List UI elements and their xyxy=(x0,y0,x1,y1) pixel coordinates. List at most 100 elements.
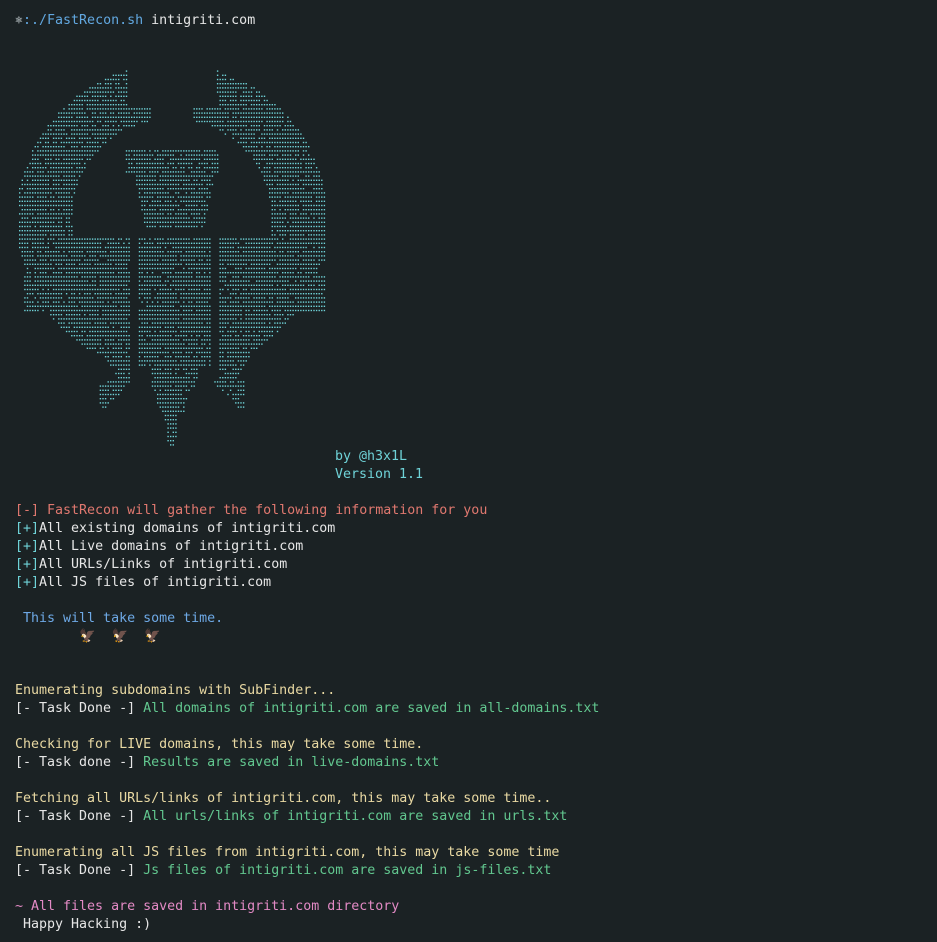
banner-dot xyxy=(107,360,109,362)
banner-dot xyxy=(131,116,133,118)
banner-dot xyxy=(39,137,42,139)
banner-dot xyxy=(55,309,57,312)
banner-dot xyxy=(248,255,250,257)
banner-dot xyxy=(29,171,31,173)
banner-dot xyxy=(157,343,159,345)
banner-dot xyxy=(144,314,146,316)
banner-dot xyxy=(242,133,245,135)
banner-dot xyxy=(146,293,148,295)
banner-dot xyxy=(242,305,245,307)
banner-dot xyxy=(318,183,320,186)
banner-dot xyxy=(269,238,271,240)
banner-dot xyxy=(302,171,305,173)
banner-dot xyxy=(209,242,211,244)
banner-dot xyxy=(60,150,63,152)
banner-dot xyxy=(157,284,159,286)
banner-dot xyxy=(26,204,29,207)
banner-dot xyxy=(279,120,281,123)
banner-dot xyxy=(39,276,42,278)
banner-dot xyxy=(227,120,229,123)
banner-dot xyxy=(99,305,102,307)
banner-dot xyxy=(159,209,161,211)
banner-dot xyxy=(71,263,73,265)
banner-dot xyxy=(60,116,63,118)
terminal-window[interactable]: ⎈:./FastRecon.sh intigriti.com by @h3x1L… xyxy=(0,0,937,942)
banner-dot xyxy=(209,309,211,312)
banner-dot xyxy=(89,99,91,102)
banner-dot xyxy=(209,175,211,177)
banner-dot xyxy=(63,238,65,240)
banner-dot xyxy=(198,158,201,160)
banner-dot xyxy=(164,305,167,307)
banner-dot xyxy=(250,141,253,144)
banner-dot xyxy=(86,347,89,349)
banner-dot xyxy=(305,146,307,148)
banner-dot xyxy=(52,171,55,173)
banner-dot xyxy=(144,238,146,240)
banner-dot xyxy=(86,137,89,139)
banner-dot xyxy=(190,267,193,270)
banner-dot xyxy=(71,305,73,307)
banner-dot xyxy=(47,305,49,307)
banner-dot xyxy=(193,288,195,291)
banner-dot xyxy=(104,238,107,240)
banner-dot xyxy=(151,305,154,307)
banner-dot xyxy=(310,238,312,240)
banner-dot xyxy=(196,343,198,345)
banner-dot xyxy=(104,335,107,337)
banner-dot xyxy=(78,322,81,324)
banner-dot xyxy=(118,259,120,261)
banner-dot xyxy=(266,108,268,110)
banner-dot xyxy=(190,162,193,165)
banner-dot xyxy=(58,217,60,219)
banner-dot xyxy=(94,301,96,303)
banner-dot xyxy=(180,351,182,354)
banner-dot xyxy=(250,276,253,278)
banner-dot xyxy=(71,288,73,291)
banner-dot xyxy=(269,330,271,333)
banner-dot xyxy=(287,255,289,257)
banner-dot xyxy=(276,246,279,249)
banner-dot xyxy=(52,251,55,253)
banner-dot xyxy=(29,213,31,215)
banner-dot xyxy=(209,108,211,110)
banner-dot xyxy=(123,297,125,299)
banner-dot xyxy=(50,221,52,223)
banner-dot xyxy=(52,314,55,316)
banner-dot xyxy=(60,276,63,278)
banner-dot xyxy=(157,301,159,303)
banner-dot xyxy=(287,141,289,144)
banner-dot xyxy=(287,204,289,207)
banner-dot xyxy=(242,389,245,391)
banner-dot xyxy=(175,301,177,303)
banner-dot xyxy=(172,364,174,366)
banner-dot xyxy=(42,225,44,228)
banner-dot xyxy=(81,301,83,303)
banner-dot xyxy=(211,175,214,177)
banner-dot xyxy=(282,150,284,152)
banner-dot xyxy=(159,406,161,408)
banner-dot xyxy=(58,230,60,232)
banner-dot xyxy=(175,288,177,291)
banner-dot xyxy=(89,146,91,148)
banner-dot xyxy=(302,276,305,278)
banner-dot xyxy=(141,343,143,345)
banner-dot xyxy=(89,104,91,106)
banner-dot xyxy=(19,192,21,194)
banner-dot xyxy=(203,343,206,345)
banner-dot xyxy=(63,326,65,328)
banner-dot xyxy=(65,225,68,228)
banner-dot xyxy=(183,297,185,299)
banner-dot xyxy=(269,141,271,144)
banner-dot xyxy=(84,272,86,274)
banner-dot xyxy=(146,356,148,358)
banner-dot xyxy=(118,318,120,320)
banner-dot xyxy=(102,125,104,127)
banner-dot xyxy=(55,305,57,307)
banner-dot xyxy=(300,255,302,257)
banner-dot xyxy=(60,238,63,240)
banner-dot xyxy=(164,255,167,257)
banner-dot xyxy=(222,246,224,249)
banner-dot xyxy=(229,385,232,387)
banner-dot xyxy=(232,356,234,358)
